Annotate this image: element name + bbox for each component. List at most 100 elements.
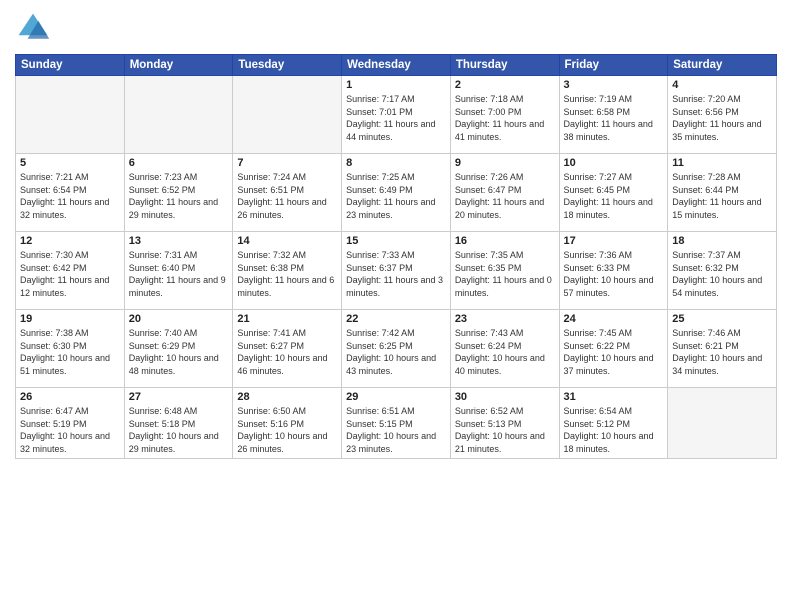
calendar-cell: 26Sunrise: 6:47 AM Sunset: 5:19 PM Dayli… — [16, 388, 125, 459]
day-info: Sunrise: 7:19 AM Sunset: 6:58 PM Dayligh… — [564, 93, 664, 143]
day-number: 10 — [564, 157, 664, 169]
day-number: 16 — [455, 235, 555, 247]
calendar-cell: 28 Sunrise: 6:50 AM Sunset: 5:16 PM Dayli… — [233, 388, 342, 459]
day-info: Sunrise: 7:31 AM Sunset: 6:40 PM Dayligh… — [129, 249, 229, 299]
calendar-cell — [233, 76, 342, 154]
day-info: Sunrise: 7:40 AM Sunset: 6:29 PM Dayligh… — [129, 327, 229, 377]
weekday-header-tuesday: Tuesday — [233, 55, 342, 76]
calendar-week-4: 19 Sunrise: 7:38 AM Sunset: 6:30 PM Dayli… — [16, 310, 777, 388]
weekday-header-saturday: Saturday — [668, 55, 777, 76]
calendar-cell: 16Sunrise: 7:35 AM Sunset: 6:35 PM Dayli… — [450, 232, 559, 310]
day-number: 2 — [455, 79, 555, 91]
day-info: Sunrise: 7:24 AM Sunset: 6:51 PM Dayligh… — [237, 171, 337, 221]
calendar-cell: 22 Sunrise: 7:42 AM Sunset: 6:25 PM Dayli… — [342, 310, 451, 388]
calendar-cell: 9Sunrise: 7:26 AM Sunset: 6:47 PM Daylig… — [450, 154, 559, 232]
calendar-cell: 29 Sunrise: 6:51 AM Sunset: 5:15 PM Dayli… — [342, 388, 451, 459]
day-number: 27 — [129, 391, 229, 403]
header — [15, 10, 777, 46]
day-info: Sunrise: 6:47 AM Sunset: 5:19 PM Dayligh… — [20, 405, 120, 455]
day-info: Sunrise: 6:51 AM Sunset: 5:15 PM Dayligh… — [346, 405, 446, 455]
calendar-cell: 2 Sunrise: 7:18 AM Sunset: 7:00 PM Daylig… — [450, 76, 559, 154]
calendar-cell: 24 Sunrise: 7:45 AM Sunset: 6:22 PM Dayli… — [559, 310, 668, 388]
day-number: 5 — [20, 157, 120, 169]
day-info: Sunrise: 6:52 AM Sunset: 5:13 PM Dayligh… — [455, 405, 555, 455]
day-number: 31 — [564, 391, 664, 403]
day-number: 12 — [20, 235, 120, 247]
day-info: Sunrise: 7:41 AM Sunset: 6:27 PM Dayligh… — [237, 327, 337, 377]
day-info: Sunrise: 7:43 AM Sunset: 6:24 PM Dayligh… — [455, 327, 555, 377]
day-number: 30 — [455, 391, 555, 403]
day-number: 7 — [237, 157, 337, 169]
day-number: 20 — [129, 313, 229, 325]
logo — [15, 10, 55, 46]
calendar-cell: 6Sunrise: 7:23 AM Sunset: 6:52 PM Daylig… — [124, 154, 233, 232]
calendar-week-5: 26Sunrise: 6:47 AM Sunset: 5:19 PM Dayli… — [16, 388, 777, 459]
day-number: 1 — [346, 79, 446, 91]
logo-icon — [15, 10, 51, 46]
calendar-cell: 8Sunrise: 7:25 AM Sunset: 6:49 PM Daylig… — [342, 154, 451, 232]
calendar-cell: 17 Sunrise: 7:36 AM Sunset: 6:33 PM Dayli… — [559, 232, 668, 310]
calendar-table: SundayMondayTuesdayWednesdayThursdayFrid… — [15, 54, 777, 459]
day-info: Sunrise: 7:37 AM Sunset: 6:32 PM Dayligh… — [672, 249, 772, 299]
day-number: 21 — [237, 313, 337, 325]
day-number: 28 — [237, 391, 337, 403]
page: SundayMondayTuesdayWednesdayThursdayFrid… — [0, 0, 792, 612]
day-number: 18 — [672, 235, 772, 247]
day-number: 19 — [20, 313, 120, 325]
day-info: Sunrise: 7:32 AM Sunset: 6:38 PM Dayligh… — [237, 249, 337, 299]
day-info: Sunrise: 7:17 AM Sunset: 7:01 PM Dayligh… — [346, 93, 446, 143]
day-info: Sunrise: 7:18 AM Sunset: 7:00 PM Dayligh… — [455, 93, 555, 143]
weekday-header-sunday: Sunday — [16, 55, 125, 76]
calendar-cell: 21 Sunrise: 7:41 AM Sunset: 6:27 PM Dayli… — [233, 310, 342, 388]
calendar-cell: 1 Sunrise: 7:17 AM Sunset: 7:01 PM Daylig… — [342, 76, 451, 154]
day-number: 17 — [564, 235, 664, 247]
weekday-header-friday: Friday — [559, 55, 668, 76]
day-number: 23 — [455, 313, 555, 325]
weekday-header-row: SundayMondayTuesdayWednesdayThursdayFrid… — [16, 55, 777, 76]
calendar-cell: 4 Sunrise: 7:20 AM Sunset: 6:56 PM Daylig… — [668, 76, 777, 154]
calendar-cell: 10 Sunrise: 7:27 AM Sunset: 6:45 PM Dayli… — [559, 154, 668, 232]
weekday-header-wednesday: Wednesday — [342, 55, 451, 76]
day-number: 15 — [346, 235, 446, 247]
calendar-cell: 30 Sunrise: 6:52 AM Sunset: 5:13 PM Dayli… — [450, 388, 559, 459]
calendar-cell — [668, 388, 777, 459]
day-info: Sunrise: 7:23 AM Sunset: 6:52 PM Dayligh… — [129, 171, 229, 221]
day-number: 8 — [346, 157, 446, 169]
calendar-cell: 5 Sunrise: 7:21 AM Sunset: 6:54 PM Daylig… — [16, 154, 125, 232]
calendar-cell: 31 Sunrise: 6:54 AM Sunset: 5:12 PM Dayli… — [559, 388, 668, 459]
day-number: 22 — [346, 313, 446, 325]
calendar-cell: 25Sunrise: 7:46 AM Sunset: 6:21 PM Dayli… — [668, 310, 777, 388]
day-number: 9 — [455, 157, 555, 169]
day-info: Sunrise: 7:42 AM Sunset: 6:25 PM Dayligh… — [346, 327, 446, 377]
calendar-cell: 27Sunrise: 6:48 AM Sunset: 5:18 PM Dayli… — [124, 388, 233, 459]
day-number: 29 — [346, 391, 446, 403]
calendar-week-3: 12 Sunrise: 7:30 AM Sunset: 6:42 PM Dayli… — [16, 232, 777, 310]
day-info: Sunrise: 7:36 AM Sunset: 6:33 PM Dayligh… — [564, 249, 664, 299]
calendar-cell: 11Sunrise: 7:28 AM Sunset: 6:44 PM Dayli… — [668, 154, 777, 232]
day-number: 4 — [672, 79, 772, 91]
day-info: Sunrise: 7:38 AM Sunset: 6:30 PM Dayligh… — [20, 327, 120, 377]
day-info: Sunrise: 6:50 AM Sunset: 5:16 PM Dayligh… — [237, 405, 337, 455]
calendar-cell: 7 Sunrise: 7:24 AM Sunset: 6:51 PM Daylig… — [233, 154, 342, 232]
day-number: 14 — [237, 235, 337, 247]
day-info: Sunrise: 7:33 AM Sunset: 6:37 PM Dayligh… — [346, 249, 446, 299]
day-number: 13 — [129, 235, 229, 247]
day-info: Sunrise: 6:54 AM Sunset: 5:12 PM Dayligh… — [564, 405, 664, 455]
day-info: Sunrise: 7:27 AM Sunset: 6:45 PM Dayligh… — [564, 171, 664, 221]
calendar-cell: 20 Sunrise: 7:40 AM Sunset: 6:29 PM Dayli… — [124, 310, 233, 388]
calendar-week-2: 5 Sunrise: 7:21 AM Sunset: 6:54 PM Daylig… — [16, 154, 777, 232]
calendar-cell — [16, 76, 125, 154]
day-info: Sunrise: 7:21 AM Sunset: 6:54 PM Dayligh… — [20, 171, 120, 221]
calendar-cell: 12 Sunrise: 7:30 AM Sunset: 6:42 PM Dayli… — [16, 232, 125, 310]
day-number: 24 — [564, 313, 664, 325]
day-info: Sunrise: 7:20 AM Sunset: 6:56 PM Dayligh… — [672, 93, 772, 143]
weekday-header-thursday: Thursday — [450, 55, 559, 76]
day-info: Sunrise: 7:45 AM Sunset: 6:22 PM Dayligh… — [564, 327, 664, 377]
calendar-cell: 3 Sunrise: 7:19 AM Sunset: 6:58 PM Daylig… — [559, 76, 668, 154]
day-number: 3 — [564, 79, 664, 91]
day-info: Sunrise: 7:30 AM Sunset: 6:42 PM Dayligh… — [20, 249, 120, 299]
weekday-header-monday: Monday — [124, 55, 233, 76]
calendar-cell: 23 Sunrise: 7:43 AM Sunset: 6:24 PM Dayli… — [450, 310, 559, 388]
day-info: Sunrise: 7:46 AM Sunset: 6:21 PM Dayligh… — [672, 327, 772, 377]
day-number: 11 — [672, 157, 772, 169]
